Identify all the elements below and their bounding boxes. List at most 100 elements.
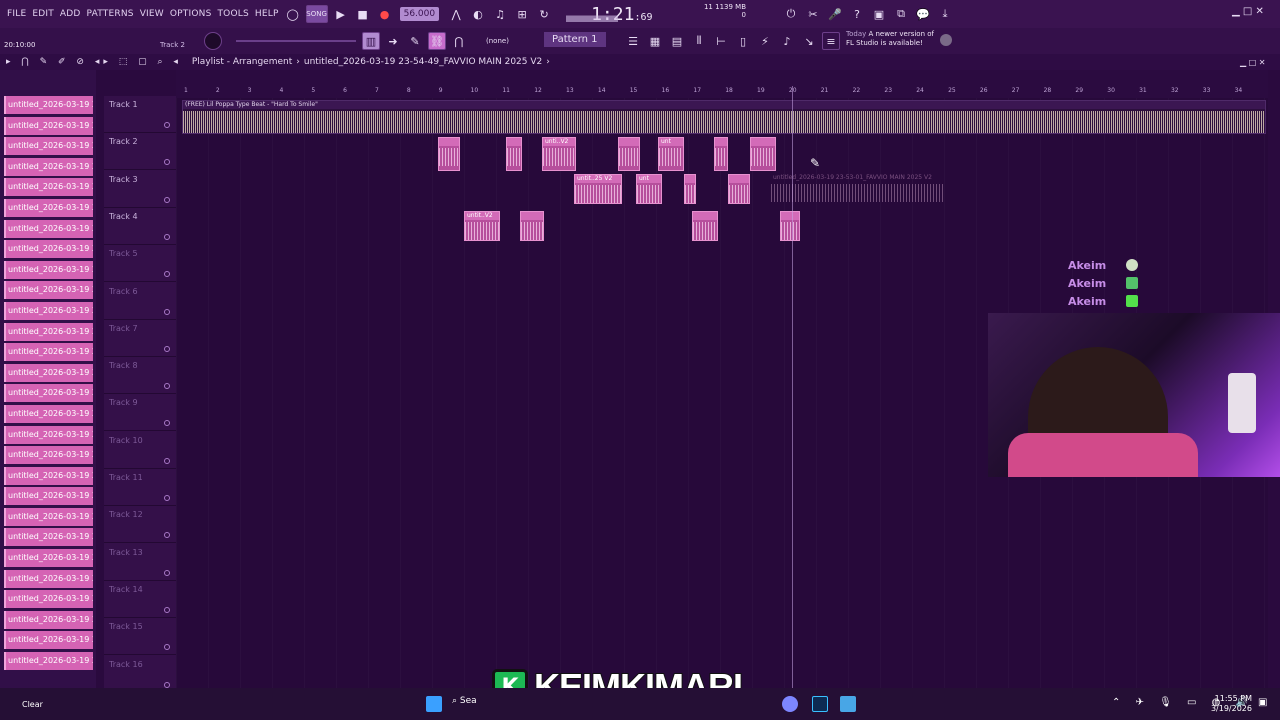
- tree-icon[interactable]: ⊢: [712, 32, 730, 50]
- browser-file-item[interactable]: untitled_2026-03-19 23-...: [4, 610, 93, 629]
- track-header[interactable]: Track 4: [104, 208, 176, 245]
- download-icon[interactable]: ⤓: [936, 5, 954, 23]
- menu-view[interactable]: VIEW: [137, 9, 167, 19]
- browser-file-item[interactable]: untitled_2026-03-19 23-...: [4, 178, 93, 197]
- link-icon[interactable]: ⛓: [428, 32, 446, 50]
- browser-file-item[interactable]: untitled_2026-03-19 23-...: [4, 157, 93, 176]
- track-mute-led[interactable]: [164, 569, 170, 576]
- audio-clip[interactable]: [520, 211, 544, 241]
- magnet-icon[interactable]: ⋂: [450, 32, 468, 50]
- browser-file-item[interactable]: untitled_2026-03-19 23-...: [4, 404, 93, 423]
- metronome-icon[interactable]: ⋀: [447, 5, 465, 23]
- play-button[interactable]: ▶: [332, 5, 350, 23]
- track-header[interactable]: Track 5: [104, 245, 176, 283]
- menu-file[interactable]: FILE: [4, 9, 29, 19]
- close-icon[interactable]: ✕: [1256, 6, 1264, 17]
- audio-clip[interactable]: untit..V2: [464, 211, 500, 241]
- notification-icon[interactable]: ▣: [1258, 697, 1267, 708]
- snap-selector[interactable]: (none): [486, 37, 509, 45]
- browser-file-item[interactable]: untitled_2026-03-19 23-...: [4, 528, 93, 547]
- audio-clip[interactable]: [780, 211, 800, 241]
- audio-clip[interactable]: unt: [636, 174, 662, 204]
- browser-file-item[interactable]: untitled_2026-03-19 23-...: [4, 260, 93, 279]
- pencil-icon[interactable]: ✎: [406, 32, 424, 50]
- timeline-ruler[interactable]: [176, 70, 1268, 86]
- audio-clip[interactable]: [728, 174, 750, 204]
- save-icon[interactable]: ▣: [870, 5, 888, 23]
- chat-icon[interactable]: 💬: [914, 5, 932, 23]
- browser-file-item[interactable]: untitled_2026-03-19 23-...: [4, 363, 93, 382]
- track-mute-led[interactable]: [164, 495, 170, 501]
- audio-clip[interactable]: unt: [658, 137, 684, 171]
- browser-file-item[interactable]: untitled_2026-03-19 23-...: [4, 198, 93, 217]
- track-header[interactable]: Track 9: [104, 394, 176, 432]
- loop-record-icon[interactable]: ↻: [535, 5, 553, 23]
- tools-icon[interactable]: ✂: [804, 5, 822, 23]
- menu-add[interactable]: ADD: [57, 9, 84, 19]
- menu-patterns[interactable]: PATTERNS: [84, 9, 137, 19]
- track-mute-led[interactable]: [164, 457, 170, 464]
- track-mute-led[interactable]: [164, 644, 170, 651]
- track-mute-led[interactable]: [164, 420, 170, 427]
- playhead[interactable]: [792, 86, 793, 688]
- song-mode-toggle[interactable]: SONG: [305, 5, 328, 23]
- help-icon[interactable]: ?: [848, 5, 866, 23]
- mixer-icon[interactable]: ⫴: [690, 32, 708, 50]
- menu-tools[interactable]: TOOLS: [214, 9, 251, 19]
- menu-options[interactable]: OPTIONS: [167, 9, 215, 19]
- audio-clip[interactable]: [692, 211, 718, 241]
- browser-file-item[interactable]: untitled_2026-03-19 23-...: [4, 384, 93, 403]
- track-mute-led[interactable]: [164, 681, 170, 688]
- track-mute-led[interactable]: [164, 383, 170, 390]
- browser-file-item[interactable]: untitled_2026-03-19 23-...: [4, 322, 93, 341]
- track-header[interactable]: Track 13: [104, 544, 176, 581]
- track-header[interactable]: Track 11: [104, 469, 176, 506]
- browser-file-item[interactable]: untitled_2026-03-19 23-...: [4, 446, 93, 465]
- audio-clip[interactable]: untit..25 V2: [574, 174, 622, 204]
- news-panel[interactable]: Today A newer version of FL Studio is av…: [846, 30, 936, 48]
- master-volume-knob-icon[interactable]: ◯: [284, 5, 302, 23]
- record-button[interactable]: ●: [376, 5, 394, 23]
- tempo-display[interactable]: 56.000: [399, 7, 440, 21]
- track-header[interactable]: Track 10: [104, 432, 176, 469]
- browser-file-item[interactable]: untitled_2026-03-19 23-...: [4, 569, 93, 588]
- update-icon[interactable]: [940, 34, 952, 46]
- browser-file-item[interactable]: untitled_2026-03-19 23-...: [4, 652, 93, 671]
- channel-rack-icon[interactable]: ▤: [668, 32, 686, 50]
- discord-icon[interactable]: [782, 696, 798, 712]
- arrow-right-icon[interactable]: ➜: [384, 32, 402, 50]
- audio-clip[interactable]: [684, 174, 696, 204]
- track-header[interactable]: Track 16: [104, 656, 176, 693]
- countdown-icon[interactable]: ♫: [491, 5, 509, 23]
- playlist-tool-icons[interactable]: ▸ ⋂ ✎ ✐ ⊘ ◂▸ ⬚ ▢ ⌕ ◂: [6, 57, 182, 67]
- track-mute-led[interactable]: [164, 196, 170, 203]
- track-mute-led[interactable]: [164, 532, 170, 539]
- browser-file-item[interactable]: untitled_2026-03-19 23-...: [4, 240, 93, 259]
- track-header[interactable]: Track 3: [104, 171, 176, 208]
- browser-file-item[interactable]: untitled_2026-03-19 23-...: [4, 466, 93, 485]
- browser-file-item[interactable]: untitled_2026-03-19 23-...: [4, 301, 93, 320]
- track-header[interactable]: Track 2: [104, 133, 176, 171]
- track-mute-led[interactable]: [164, 345, 170, 352]
- clock[interactable]: 11:55 PM 3/19/2026: [1204, 694, 1252, 714]
- master-volume-slider[interactable]: [236, 40, 356, 42]
- browser-file-item[interactable]: untitled_2026-03-19 23-...: [4, 96, 93, 114]
- browser-file-item[interactable]: untitled_2026-03-19 23-...: [4, 343, 93, 362]
- browser-file-item[interactable]: untitled_2026-03-19 23-...: [4, 487, 93, 506]
- app-icon[interactable]: [840, 696, 856, 712]
- stop-button[interactable]: ■: [354, 5, 372, 23]
- track-mute-led[interactable]: [164, 233, 170, 240]
- track-header[interactable]: Track 8: [104, 357, 176, 395]
- browser-file-item[interactable]: untitled_2026-03-19 23-...: [4, 590, 93, 609]
- track-header[interactable]: Track 14: [104, 581, 176, 618]
- audio-clip[interactable]: [750, 137, 776, 171]
- track-mute-led[interactable]: [164, 122, 170, 128]
- menu-help[interactable]: HELP: [252, 9, 282, 19]
- bar-ruler[interactable]: 1234567891011121314151617181920212223242…: [176, 86, 1268, 98]
- track-header[interactable]: Track 1: [104, 96, 176, 133]
- sample-icon[interactable]: ♪: [778, 32, 796, 50]
- track-mute-led[interactable]: [164, 159, 170, 166]
- track-header[interactable]: Track 15: [104, 618, 176, 656]
- track-header[interactable]: Track 6: [104, 283, 176, 320]
- browser-file-item[interactable]: untitled_2026-03-19 23-...: [4, 281, 93, 300]
